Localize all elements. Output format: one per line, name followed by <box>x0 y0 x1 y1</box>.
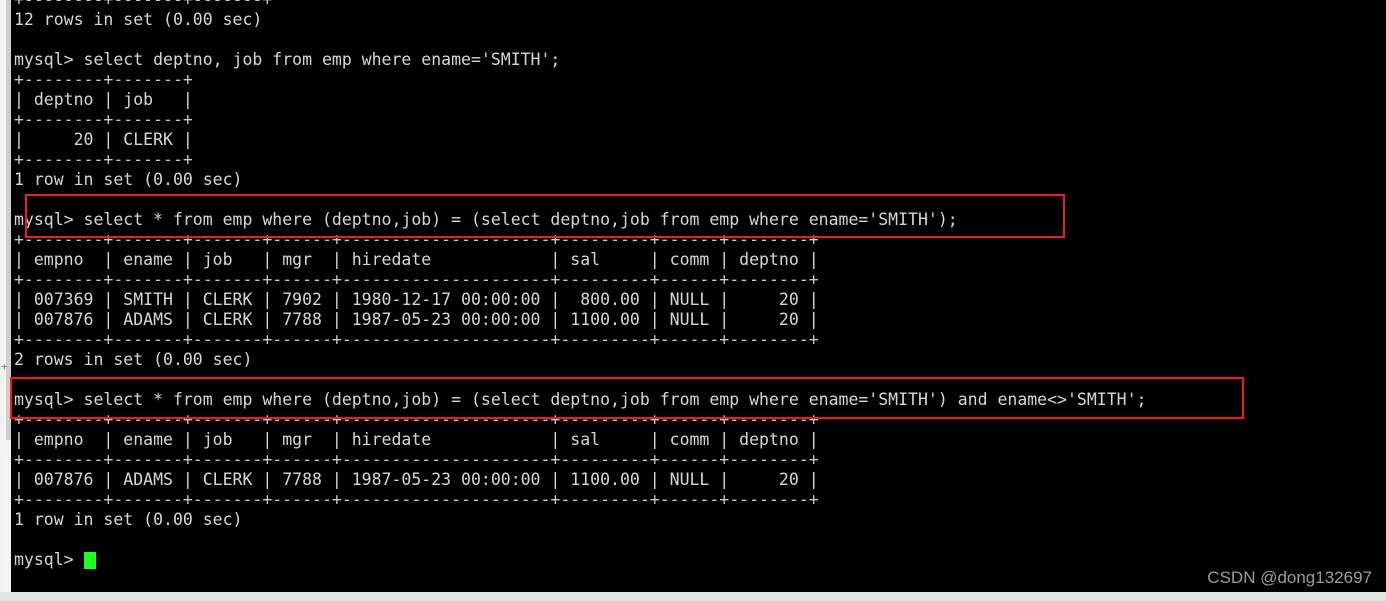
highlight-box-query-2 <box>10 377 1244 419</box>
terminal-cursor <box>83 552 96 569</box>
terminal-line: +--------+-------+-------+------+-------… <box>14 490 819 509</box>
terminal-line: 12 rows in set (0.00 sec) <box>14 10 263 29</box>
terminal-line: mysql> select deptno, job from emp where… <box>14 50 561 69</box>
scrollbar-track[interactable] <box>3 0 14 592</box>
terminal-line: | 007876 | ADAMS | CLERK | 7788 | 1987-0… <box>14 470 819 489</box>
terminal-line: | 20 | CLERK | <box>14 130 193 149</box>
terminal-line: 1 row in set (0.00 sec) <box>14 510 243 529</box>
terminal-line: +--------+-------+ <box>14 70 193 89</box>
highlight-box-query-1 <box>25 194 1065 238</box>
terminal-line: +--------+-------+-------+------+-------… <box>14 450 819 469</box>
terminal-line: +--------+-------+-------+ <box>14 0 272 10</box>
terminal-line: +--------+-------+ <box>14 110 193 129</box>
screenshot-root: + +--------+-------+-------+12 rows in s… <box>0 0 1386 601</box>
terminal-line: | empno | ename | job | mgr | hiredate |… <box>14 250 819 269</box>
terminal-line: | empno | ename | job | mgr | hiredate |… <box>14 430 819 449</box>
terminal-line: | 007369 | SMITH | CLERK | 7902 | 1980-1… <box>14 290 819 309</box>
mysql-terminal[interactable]: +--------+-------+-------+12 rows in set… <box>11 0 1386 592</box>
terminal-line: | 007876 | ADAMS | CLERK | 7788 | 1987-0… <box>14 310 819 329</box>
gutter-tick-icon: + <box>1 360 8 373</box>
watermark: CSDN @dong132697 <box>1207 568 1372 587</box>
terminal-line: +--------+-------+-------+------+-------… <box>14 330 819 349</box>
terminal-line: 2 rows in set (0.00 sec) <box>14 350 253 369</box>
gutter-marker <box>0 440 11 452</box>
terminal-line: | deptno | job | <box>14 90 193 109</box>
terminal-line: +--------+-------+ <box>14 150 193 169</box>
page-bottom-strip <box>0 592 1386 601</box>
terminal-line: mysql> <box>14 550 84 569</box>
terminal-line: 1 row in set (0.00 sec) <box>14 170 243 189</box>
terminal-line: +--------+-------+-------+------+-------… <box>14 270 819 289</box>
page-gutter: + <box>0 0 14 592</box>
